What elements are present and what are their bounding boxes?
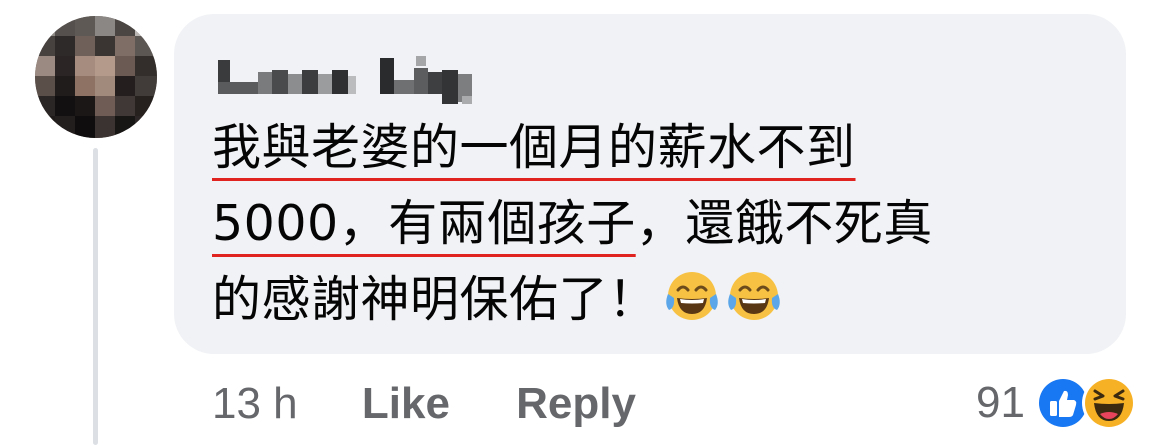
comment-text: 我與老婆的一個月的薪水不到 5000，有兩個孩子，還餓不死真 的感謝神明保佑了！: [212, 110, 933, 338]
pixelated-avatar-image: [35, 16, 157, 138]
author-name[interactable]: [212, 46, 480, 106]
reply-thread-line: [93, 148, 98, 445]
pixelated-author-name: [218, 56, 472, 104]
comment-line-1: 我與老婆的一個月的薪水不到: [212, 110, 933, 186]
comment-line-3: 的感謝神明保佑了！: [212, 262, 933, 338]
reaction-summary[interactable]: 91: [976, 372, 1137, 434]
reaction-count: 91: [976, 378, 1025, 427]
face-with-tears-of-joy-icon: [727, 272, 780, 320]
comment-bubble: 我與老婆的一個月的薪水不到 5000，有兩個孩子，還餓不死真 的感謝神明保佑了！: [174, 14, 1126, 354]
haha-reaction-icon: [1082, 376, 1136, 430]
comment-timestamp[interactable]: 13 h: [212, 379, 298, 428]
avatar[interactable]: [35, 16, 157, 138]
face-with-tears-of-joy-icon: [665, 272, 718, 320]
like-button[interactable]: Like: [362, 379, 450, 428]
comment-thread: 我與老婆的一個月的薪水不到 5000，有兩個孩子，還餓不死真 的感謝神明保佑了！: [0, 0, 1170, 445]
annotated-underline-text: 我與老婆的一個月的薪水不到: [212, 119, 856, 176]
reply-button[interactable]: Reply: [516, 379, 636, 428]
comment-actions: 13 h Like Reply: [212, 374, 690, 434]
comment-line-2: 5000，有兩個孩子，還餓不死真: [212, 195, 933, 252]
annotated-underline-text: 5000，有兩個孩子: [212, 195, 636, 252]
